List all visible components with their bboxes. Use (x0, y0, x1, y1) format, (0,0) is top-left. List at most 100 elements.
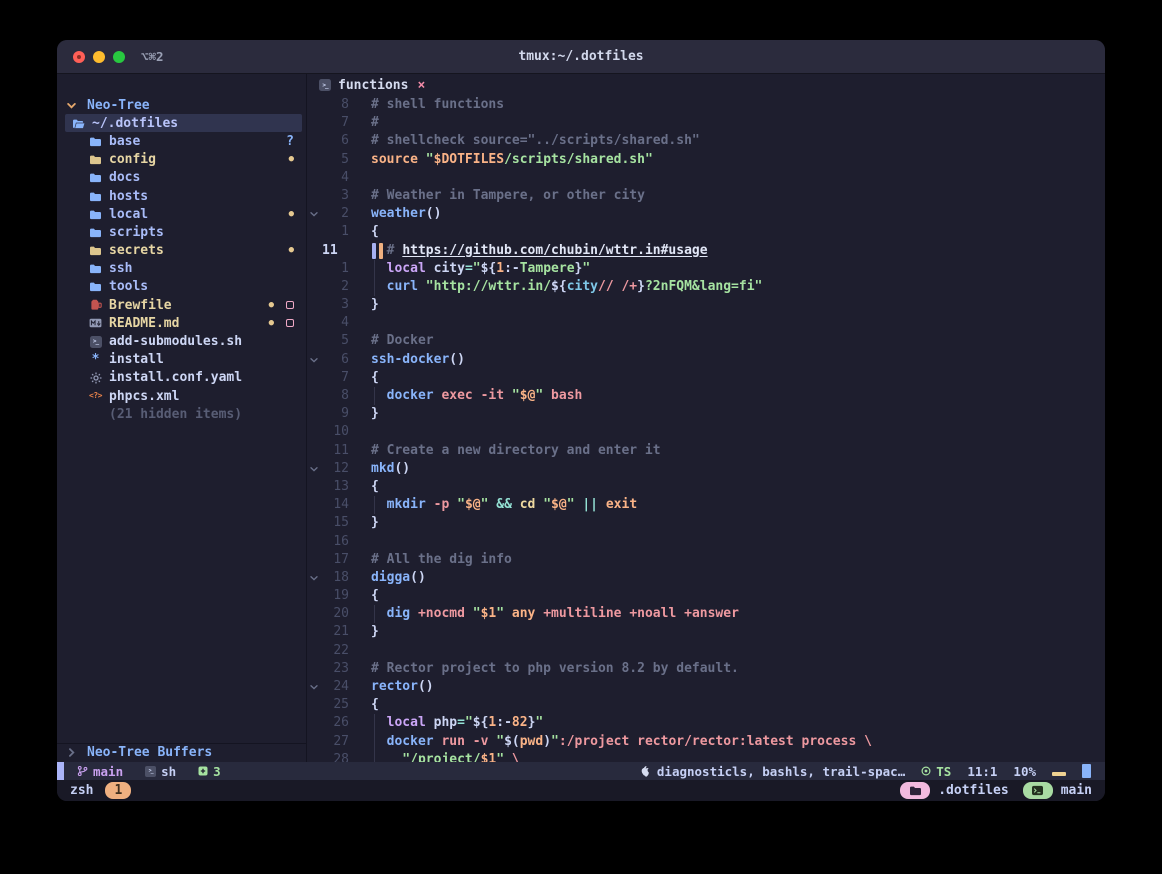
tree-item-label: ~/.dotfiles (87, 116, 178, 131)
neo-tree-header[interactable]: Neo-Tree (57, 96, 306, 114)
code-line[interactable]: 6ssh-docker() (307, 351, 1105, 369)
tmux-window-index-pill[interactable]: 1 (105, 782, 131, 799)
code-line[interactable]: 7{ (307, 369, 1105, 387)
tree-item-label: base (104, 134, 140, 149)
code-line[interactable]: 10 (307, 423, 1105, 441)
code-line[interactable]: 4 (307, 314, 1105, 332)
editor-pane[interactable]: >_ functions × 8# shell functions7#6# sh… (307, 74, 1105, 762)
folder-icon (87, 245, 104, 256)
close-icon[interactable]: × (417, 78, 425, 93)
code-line[interactable]: 3} (307, 296, 1105, 314)
code-line[interactable]: 5source "$DOTFILES/scripts/shared.sh" (307, 151, 1105, 169)
fold-chevron-icon[interactable] (307, 351, 321, 369)
code-line[interactable]: 8# shell functions (307, 96, 1105, 114)
terminal-window: ⌥⌘2 tmux:~/.dotfiles Neo-Tree ~/.dotfile… (57, 40, 1105, 801)
code-line-text (371, 423, 1105, 441)
code-line[interactable]: 5# Docker (307, 332, 1105, 350)
tree-item-label: secrets (104, 243, 164, 258)
code-line[interactable]: 11# Create a new directory and enter it (307, 442, 1105, 460)
code-line-text (371, 533, 1105, 551)
tree-item-local[interactable]: local● (57, 205, 306, 223)
git-status-marks: ? (286, 134, 294, 149)
code-line-text: { (371, 696, 1105, 714)
fold-chevron-icon[interactable] (307, 460, 321, 478)
tree-item--21-hidden-items-[interactable]: (21 hidden items) (57, 405, 306, 423)
code-line-text: "/project/$1" \ (371, 751, 1105, 762)
code-line[interactable]: 18digga() (307, 569, 1105, 587)
line-number: 4 (321, 169, 349, 187)
code-area[interactable]: 8# shell functions7#6# shellcheck source… (307, 96, 1105, 762)
tree-item-install-conf-yaml[interactable]: install.conf.yaml (57, 369, 306, 387)
fold-column (307, 533, 321, 551)
fold-column (307, 423, 321, 441)
statusline-right: diagnosticls, bashls, trail-spac… TS 11:… (639, 764, 1091, 779)
folder-icon (87, 209, 104, 220)
tmux-window-zsh[interactable]: zsh (70, 783, 93, 798)
tab-functions[interactable]: functions (338, 78, 408, 93)
fold-column (307, 714, 321, 732)
git-modified-dot-icon: ● (269, 301, 274, 310)
fold-chevron-icon[interactable] (307, 569, 321, 587)
tree-item-hosts[interactable]: hosts (57, 187, 306, 205)
code-line[interactable]: 17# All the dig info (307, 551, 1105, 569)
code-line[interactable]: 24rector() (307, 678, 1105, 696)
code-line-text: { (371, 478, 1105, 496)
line-number: 25 (321, 696, 349, 714)
code-line[interactable]: 19{ (307, 587, 1105, 605)
tmux-session-name: main (1061, 783, 1092, 798)
code-line[interactable]: 6# shellcheck source="../scripts/shared.… (307, 132, 1105, 150)
code-line[interactable]: 8 docker exec -it "$@" bash (307, 387, 1105, 405)
tree-item-docs[interactable]: docs (57, 169, 306, 187)
code-line[interactable]: 26 local php="${1:-82}" (307, 714, 1105, 732)
tree-item-label: Brewfile (104, 298, 172, 313)
tree-item-config[interactable]: config● (57, 151, 306, 169)
code-line[interactable]: 25 { (307, 696, 1105, 714)
code-line[interactable]: 3# Weather in Tampere, or other city (307, 187, 1105, 205)
code-line[interactable]: 12mkd() (307, 460, 1105, 478)
tree-item-readme-md[interactable]: README.md● (57, 314, 306, 332)
line-number: 9 (321, 405, 349, 423)
code-line[interactable]: 21} (307, 623, 1105, 641)
fold-column (307, 278, 321, 296)
fold-chevron-icon[interactable] (307, 205, 321, 223)
tree-item--dotfiles[interactable]: ~/.dotfiles (65, 114, 302, 132)
code-line[interactable]: 4 (307, 169, 1105, 187)
tree-item-install[interactable]: *install (57, 351, 306, 369)
tmux-status-bar: zsh 1 .dotfiles main (57, 780, 1105, 801)
treesitter-label: TS (936, 764, 951, 779)
neo-tree-buffers-header[interactable]: Neo-Tree Buffers (57, 744, 306, 762)
code-line[interactable]: 22 (307, 642, 1105, 660)
tree-item-label: local (104, 207, 148, 222)
line-number: 3 (321, 187, 349, 205)
code-line[interactable]: 7# (307, 114, 1105, 132)
tree-item-brewfile[interactable]: Brewfile ● (57, 296, 306, 314)
line-number: 2 (321, 278, 349, 296)
code-line[interactable]: 16 (307, 533, 1105, 551)
tree-item-phpcs-xml[interactable]: <?>phpcs.xml (57, 387, 306, 405)
tree-item-ssh[interactable]: ssh (57, 260, 306, 278)
code-line[interactable]: 1 local city="${1:-Tampere}" (307, 260, 1105, 278)
tree-item-tools[interactable]: tools (57, 278, 306, 296)
code-line[interactable]: 11 # https://github.com/chubin/wttr.in#u… (307, 242, 1105, 260)
neo-tree-sidebar: Neo-Tree ~/.dotfilesbase?config●docshost… (57, 74, 307, 762)
code-line[interactable]: 28 "/project/$1" \ (307, 751, 1105, 762)
code-line[interactable]: 20 dig +nocmd "$1" any +multiline +noall… (307, 605, 1105, 623)
tree-item-secrets[interactable]: secrets● (57, 242, 306, 260)
code-line[interactable]: 27 docker run -v "$(pwd)":/project recto… (307, 733, 1105, 751)
code-line[interactable]: 23# Rector project to php version 8.2 by… (307, 660, 1105, 678)
code-line[interactable]: 9} (307, 405, 1105, 423)
code-line[interactable]: 2 curl "http://wttr.in/${city// /+}?2nFQ… (307, 278, 1105, 296)
code-line[interactable]: 1{ (307, 223, 1105, 241)
git-branch-name: main (93, 764, 123, 779)
line-number: 8 (321, 387, 349, 405)
code-line[interactable]: 2weather() (307, 205, 1105, 223)
tree-item-base[interactable]: base? (57, 132, 306, 150)
scrollbar-thumb[interactable] (1082, 764, 1091, 778)
tree-item-scripts[interactable]: scripts (57, 223, 306, 241)
code-line[interactable]: 13{ (307, 478, 1105, 496)
fold-chevron-icon[interactable] (307, 678, 321, 696)
tree-item-add-submodules-sh[interactable]: >_add-submodules.sh (57, 332, 306, 350)
code-line[interactable]: 14 mkdir -p "$@" && cd "$@" || exit (307, 496, 1105, 514)
code-line[interactable]: 15} (307, 514, 1105, 532)
tree-item-label: install (104, 352, 164, 367)
